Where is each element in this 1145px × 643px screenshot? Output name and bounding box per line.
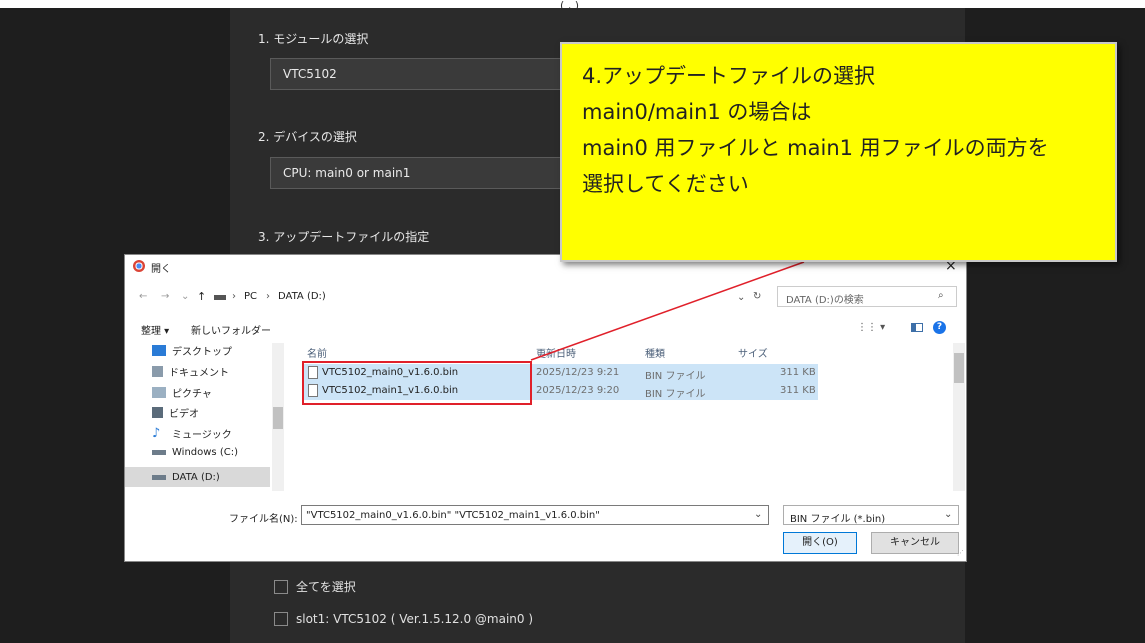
callout-line: 4.アップデートファイルの選択 [582,64,876,88]
connector-line [530,261,805,361]
callout-line: main0 用ファイルと main1 用ファイルの両方を [582,136,1049,160]
callout-line: 選択してください [582,172,749,196]
callout-line: main0/main1 の場合は [582,100,812,124]
instruction-callout: 4.アップデートファイルの選択 main0/main1 の場合は main0 用… [560,42,1117,262]
